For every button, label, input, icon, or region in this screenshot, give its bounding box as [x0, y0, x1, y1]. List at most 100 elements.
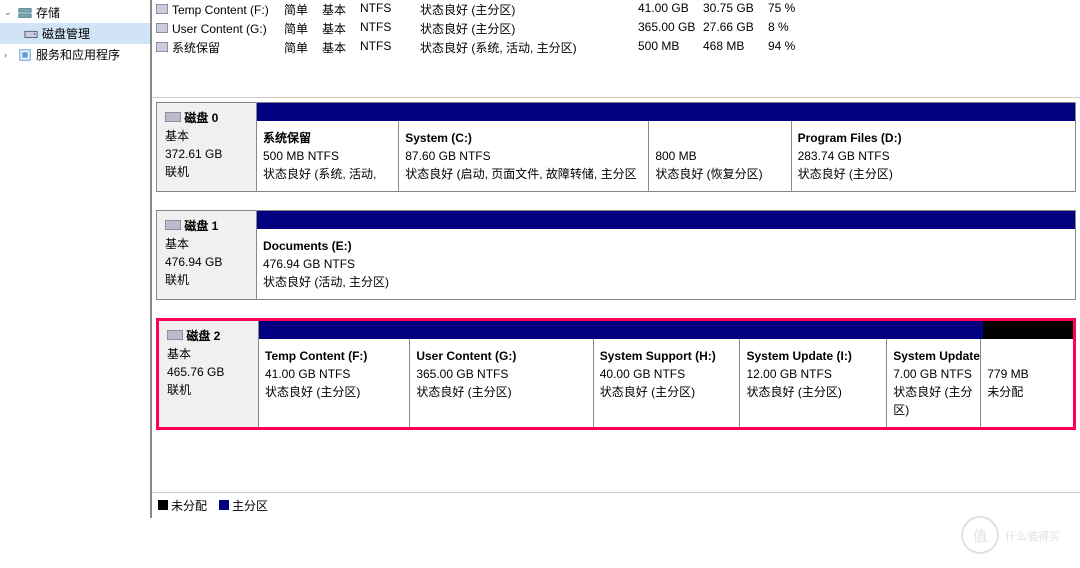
legend-swatch-unallocated	[158, 500, 168, 510]
volume-icon	[156, 3, 170, 17]
partition-cell[interactable]: Documents (E:)476.94 GB NTFS状态良好 (活动, 主分…	[257, 229, 1075, 299]
partition-status: 状态良好 (启动, 页面文件, 故障转储, 主分区	[405, 165, 642, 183]
partition-size: 476.94 GB NTFS	[263, 255, 1069, 273]
partition-status: 状态良好 (恢复分区)	[655, 165, 784, 183]
partition-cell[interactable]: System Update 27.00 GB NTFS状态良好 (主分区)	[887, 339, 981, 427]
partition-status: 状态良好 (主分区)	[893, 383, 974, 419]
volume-free: 30.75 GB	[703, 1, 768, 18]
partition-name: Program Files (D:)	[798, 129, 1069, 147]
partition-cell[interactable]: Temp Content (F:)41.00 GB NTFS状态良好 (主分区)	[259, 339, 410, 427]
disk-graphical-view: 磁盘 0基本372.61 GB联机系统保留500 MB NTFS状态良好 (系统…	[152, 98, 1080, 452]
disk-panel[interactable]: 磁盘 2基本465.76 GB联机Temp Content (F:)41.00 …	[156, 318, 1076, 430]
disk-panel[interactable]: 磁盘 1基本476.94 GB联机Documents (E:)476.94 GB…	[156, 210, 1076, 300]
volume-pct: 8 %	[768, 20, 818, 37]
disk-type: 基本	[165, 127, 248, 145]
svg-text:值: 值	[973, 528, 987, 544]
partition-size: 87.60 GB NTFS	[405, 147, 642, 165]
disk-id: 磁盘 1	[184, 219, 218, 233]
disk-icon	[165, 109, 181, 119]
partition-size: 365.00 GB NTFS	[416, 365, 586, 383]
partition-cell[interactable]: System Support (H:)40.00 GB NTFS状态良好 (主分…	[594, 339, 741, 427]
partition-cell[interactable]: User Content (G:)365.00 GB NTFS状态良好 (主分区…	[410, 339, 593, 427]
partition-status: 状态良好 (主分区)	[798, 165, 1069, 183]
volume-layout: 简单	[284, 20, 322, 37]
tree-label: 磁盘管理	[42, 25, 90, 42]
volume-name: 系统保留	[172, 39, 220, 56]
volume-type: 基本	[322, 1, 360, 18]
partition-name: System Support (H:)	[600, 347, 734, 365]
partition-size: 7.00 GB NTFS	[893, 365, 974, 383]
legend-label: 未分配	[171, 499, 207, 513]
disk-icon	[167, 327, 183, 337]
volume-layout: 简单	[284, 39, 322, 56]
partition-bar	[257, 211, 1075, 229]
volume-status: 状态良好 (主分区)	[420, 20, 638, 37]
partition-cell[interactable]: 系统保留500 MB NTFS状态良好 (系统, 活动,	[257, 121, 399, 191]
legend: 未分配 主分区	[152, 492, 1080, 518]
partition-status: 状态良好 (主分区)	[600, 383, 734, 401]
volume-pct: 94 %	[768, 39, 818, 56]
volume-capacity: 500 MB	[638, 39, 703, 56]
volume-row[interactable]: Temp Content (F:)简单基本NTFS状态良好 (主分区)41.00…	[156, 0, 1080, 19]
partition-cell[interactable]: System Update (I:)12.00 GB NTFS状态良好 (主分区…	[740, 339, 887, 427]
volume-type: 基本	[322, 20, 360, 37]
volume-capacity: 41.00 GB	[638, 1, 703, 18]
disk-id: 磁盘 2	[186, 329, 220, 343]
sidebar-tree: ⌄ 存储 磁盘管理 › 服务和应用程序	[0, 0, 150, 518]
disk-mgmt-icon	[24, 27, 38, 41]
partition-status: 状态良好 (主分区)	[416, 383, 586, 401]
partition-name: System (C:)	[405, 129, 642, 147]
volume-layout: 简单	[284, 1, 322, 18]
legend-swatch-primary	[219, 500, 229, 510]
tree-item-storage[interactable]: ⌄ 存储	[0, 2, 150, 23]
legend-label: 主分区	[232, 499, 268, 513]
tree-label: 存储	[36, 4, 60, 21]
volume-status: 状态良好 (系统, 活动, 主分区)	[420, 39, 638, 56]
volume-row[interactable]: User Content (G:)简单基本NTFS状态良好 (主分区)365.0…	[156, 19, 1080, 38]
partition-size: 779 MB	[987, 365, 1067, 383]
volume-fs: NTFS	[360, 39, 420, 56]
partition-cell[interactable]: System (C:)87.60 GB NTFS状态良好 (启动, 页面文件, …	[399, 121, 649, 191]
partition-status: 状态良好 (活动, 主分区)	[263, 273, 1069, 291]
caret-icon: ⌄	[4, 7, 14, 18]
partition-cell[interactable]: Program Files (D:)283.74 GB NTFS状态良好 (主分…	[792, 121, 1075, 191]
disk-id: 磁盘 0	[184, 111, 218, 125]
disk-header: 磁盘 0 基本372.61 GB联机	[157, 103, 257, 191]
partition-size: 500 MB NTFS	[263, 147, 392, 165]
disk-type: 基本	[165, 235, 248, 253]
caret-icon: ›	[4, 50, 14, 60]
tree-item-services[interactable]: › 服务和应用程序	[0, 44, 150, 65]
volume-icon	[156, 22, 170, 36]
disk-header: 磁盘 2基本465.76 GB联机	[159, 321, 259, 427]
disk-type: 基本	[167, 345, 250, 363]
tree-item-disk-mgmt[interactable]: 磁盘管理	[0, 23, 150, 44]
partition-size: 40.00 GB NTFS	[600, 365, 734, 383]
disk-size: 465.76 GB	[167, 363, 250, 381]
volume-free: 468 MB	[703, 39, 768, 56]
volume-list[interactable]: Temp Content (F:)简单基本NTFS状态良好 (主分区)41.00…	[152, 0, 1080, 98]
svg-text:什么值得买: 什么值得买	[1005, 530, 1060, 543]
partition-size: 41.00 GB NTFS	[265, 365, 403, 383]
disk-panel[interactable]: 磁盘 0 基本372.61 GB联机系统保留500 MB NTFS状态良好 (系统…	[156, 102, 1076, 192]
storage-icon	[18, 6, 32, 20]
watermark: 值 什么值得买	[960, 515, 1070, 558]
tree-label: 服务和应用程序	[36, 46, 120, 63]
disk-status: 联机	[165, 163, 248, 181]
partition-name: 系统保留	[263, 129, 392, 147]
partition-status: 未分配	[987, 383, 1067, 401]
volume-icon	[156, 41, 170, 55]
main-content: Temp Content (F:)简单基本NTFS状态良好 (主分区)41.00…	[150, 0, 1080, 518]
disk-icon	[165, 217, 181, 227]
partition-status: 状态良好 (主分区)	[265, 383, 403, 401]
volume-free: 27.66 GB	[703, 20, 768, 37]
partition-cell[interactable]: 800 MB状态良好 (恢复分区)	[649, 121, 791, 191]
partition-size: 12.00 GB NTFS	[746, 365, 880, 383]
disk-size: 372.61 GB	[165, 145, 248, 163]
partition-name: Temp Content (F:)	[265, 347, 403, 365]
volume-row[interactable]: 系统保留简单基本NTFS状态良好 (系统, 活动, 主分区)500 MB468 …	[156, 38, 1080, 57]
partition-cell[interactable]: 779 MB未分配	[981, 339, 1073, 427]
volume-capacity: 365.00 GB	[638, 20, 703, 37]
partition-name: User Content (G:)	[416, 347, 586, 365]
volume-status: 状态良好 (主分区)	[420, 1, 638, 18]
partition-status: 状态良好 (系统, 活动,	[263, 165, 392, 183]
